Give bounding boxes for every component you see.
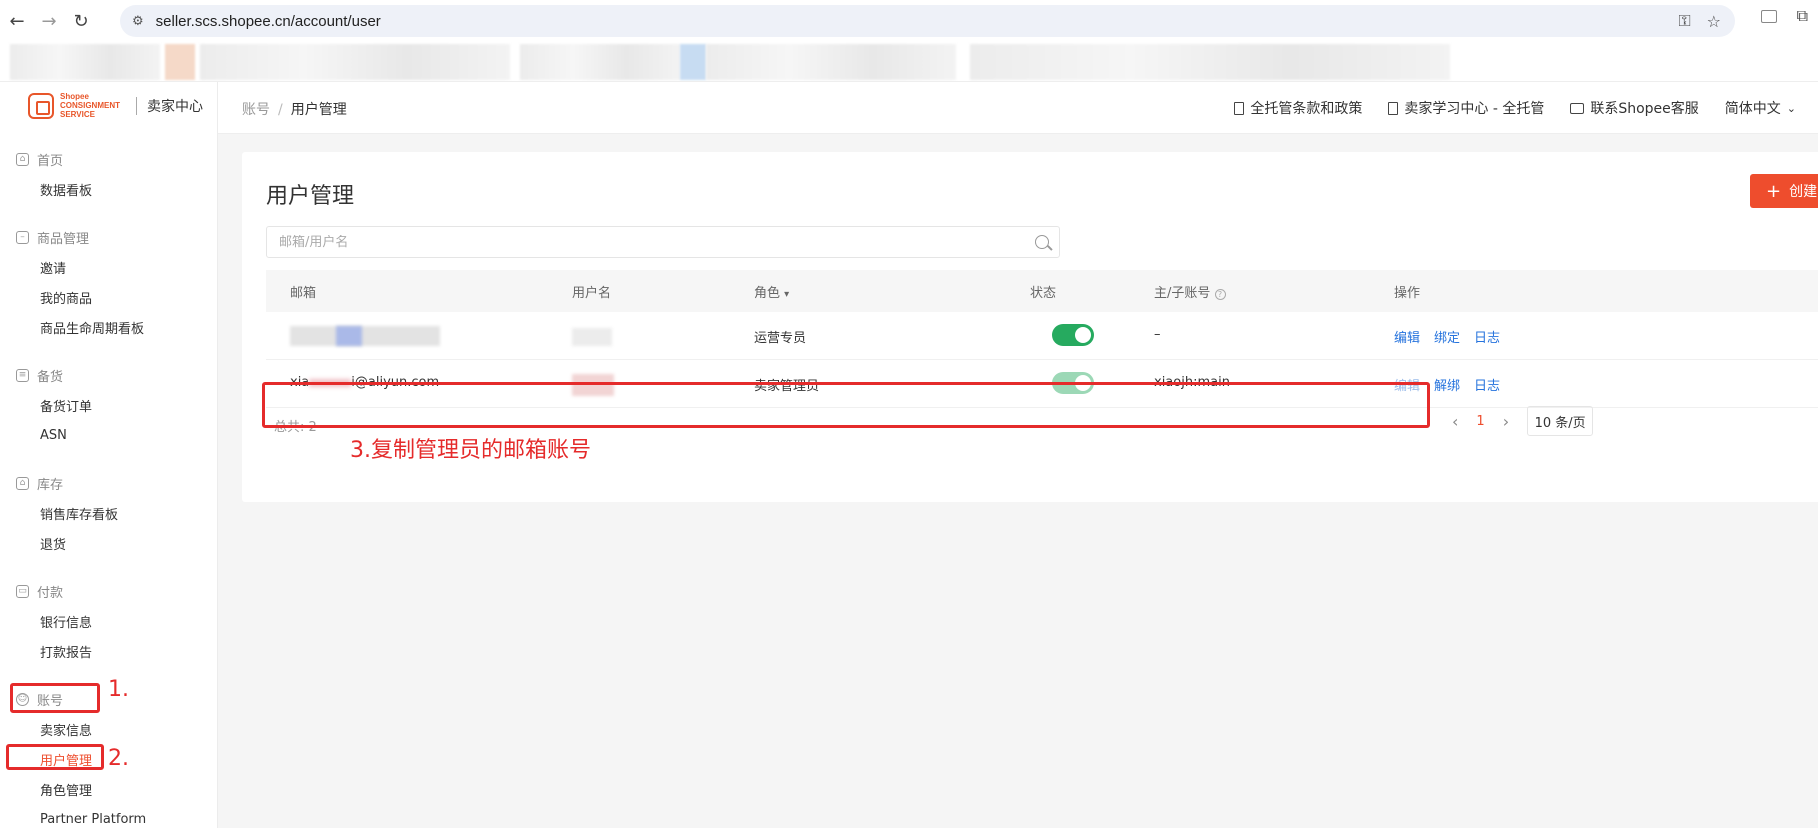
search-input[interactable] [279,234,1019,250]
consignment-logo-icon [28,92,54,119]
sidebar-item-payout-report[interactable]: 打款报告 [0,636,218,666]
home-icon: ⌂ [16,152,29,166]
learning-center-link[interactable]: 卖家学习中心 - 全托管 [1388,98,1544,118]
reload-icon[interactable]: ↻ [66,6,96,36]
menu-group-products: – 商品管理 [0,222,218,252]
menu-group-stocking: ≡ 备货 [0,360,218,390]
col-role[interactable]: 角色 ▾ [754,282,789,301]
prev-page-icon[interactable]: ‹ [1452,412,1458,431]
contact-support-link[interactable]: 联系Shopee客服 [1570,98,1699,118]
sidebar-item-sales-inventory[interactable]: 销售库存看板 [0,498,218,528]
menu-group-inventory: ⌂ 库存 [0,468,218,498]
url-text: seller.scs.shopee.cn/account/user [155,12,381,30]
col-status: 状态 [1030,286,1057,301]
forward-icon[interactable]: → [34,6,64,36]
sidebar-item-partner-platform[interactable]: Partner Platform [0,804,218,828]
col-email: 邮箱 [290,286,317,301]
language-select[interactable]: 简体中文 ⌄ [1725,98,1796,118]
sidebar-item-dashboard[interactable]: 数据看板 [0,174,218,204]
page-number[interactable]: 1 [1476,414,1484,429]
shopee-logo[interactable]: Shopee CONSIGNMENT SERVICE 卖家中心 [28,92,203,119]
clipboard-icon: ≡ [16,368,29,382]
actions-cell: 编辑 绑定 日志 [1394,327,1514,346]
extension-image-icon[interactable] [1760,9,1777,23]
breadcrumb: 账号 / 用户管理 [242,102,347,118]
logo-text: Shopee CONSIGNMENT SERVICE [60,92,120,119]
help-circle-icon[interactable]: ? [1214,289,1226,300]
sidebar-item-bank-info[interactable]: 银行信息 [0,606,218,636]
annotation-box-admin-row [262,382,1430,428]
sidebar-item-role-management[interactable]: 角色管理 [0,774,218,804]
next-page-icon[interactable]: › [1503,412,1509,431]
sidebar-item-asn[interactable]: ASN [0,420,218,450]
col-actions: 操作 [1394,286,1421,301]
site-settings-icon[interactable]: ⚙ [132,14,144,29]
col-account-type: 主/子账号 ? [1154,282,1226,301]
wallet-icon: ▭ [16,584,29,598]
menu-group-payment: ▭ 付款 [0,576,218,606]
col-username: 用户名 [572,286,612,301]
document-icon [1234,101,1245,115]
chevron-down-icon: ▾ [784,289,790,300]
plus-icon: + [1766,180,1782,202]
page-size-select[interactable]: 10 条/页 [1527,406,1594,436]
bookmark-star-icon[interactable]: ☆ [1707,12,1721,31]
address-bar[interactable]: ⚙ seller.scs.shopee.cn/account/user ⚿ ☆ [120,5,1735,37]
extensions-puzzle-icon[interactable]: ⧉ [1797,6,1808,26]
table-header: 邮箱 用户名 角色 ▾ 状态 主/子账号 ? 操作 [266,270,1818,312]
account-type-cell: – [1154,327,1161,342]
document-icon [1388,101,1399,115]
edit-link[interactable]: 编辑 [1394,331,1420,346]
redacted-email [290,326,440,346]
pagination: ‹ 1 › 10 条/页 [1452,406,1594,436]
menu-group-home: ⌂ 首页 [0,144,218,174]
main-content: 用户管理 +创建 邮箱 用户名 角色 ▾ 状态 主/子账号 ? 操作 运营专员 … [218,134,1818,828]
unbind-link[interactable]: 解绑 [1434,379,1460,394]
browser-toolbar: ← → ↻ ⚙ seller.scs.shopee.cn/account/use… [0,0,1818,42]
bind-link[interactable]: 绑定 [1434,331,1460,346]
product-icon: – [16,230,29,244]
annotation-step-3: 3.复制管理员的邮箱账号 [350,438,591,463]
sidebar-item-seller-info[interactable]: 卖家信息 [0,714,218,744]
annotation-box-user-management [6,744,104,770]
bookmarks-bar-blurred [0,42,1818,82]
warehouse-icon: ⌂ [16,476,29,490]
policy-link[interactable]: 全托管条款和政策 [1234,98,1362,118]
back-icon[interactable]: ← [2,6,32,36]
sidebar: Shopee CONSIGNMENT SERVICE 卖家中心 ⌂ 首页 数据看板… [0,82,218,828]
table-row: 运营专员 – 编辑 绑定 日志 [266,312,1818,360]
log-link[interactable]: 日志 [1474,331,1500,346]
sidebar-item-invite[interactable]: 邀请 [0,252,218,282]
log-link[interactable]: 日志 [1474,379,1500,394]
redacted-username [572,328,612,346]
breadcrumb-account[interactable]: 账号 [242,102,270,118]
search-icon[interactable] [1035,235,1049,249]
sidebar-item-stock-orders[interactable]: 备货订单 [0,390,218,420]
sidebar-item-my-products[interactable]: 我的商品 [0,282,218,312]
annotation-step-1: 1. [108,677,129,702]
sidebar-item-returns[interactable]: 退货 [0,528,218,558]
password-key-icon[interactable]: ⚿ [1678,11,1690,31]
annotation-box-account [10,683,100,713]
search-box [266,226,1060,258]
chat-icon [1570,102,1585,114]
annotation-step-2: 2. [108,746,129,771]
create-user-button[interactable]: + 创建 [1750,174,1818,208]
top-header: 账号 / 用户管理 全托管条款和政策 卖家学习中心 - 全托管 联系Shopee客服… [218,82,1818,134]
sidebar-item-product-lifecycle[interactable]: 商品生命周期看板 [0,312,218,342]
status-toggle[interactable] [1052,324,1094,346]
breadcrumb-current: 用户管理 [290,102,347,118]
seller-center-label: 卖家中心 [147,98,203,115]
role-cell: 运营专员 [754,331,807,346]
sidebar-menu: ⌂ 首页 数据看板 – 商品管理 邀请 我的商品 商品生命周期看板 ≡ 备货 备货订单… [0,144,218,828]
page-title: 用户管理 [266,184,355,209]
chevron-down-icon: ⌄ [1786,101,1796,115]
